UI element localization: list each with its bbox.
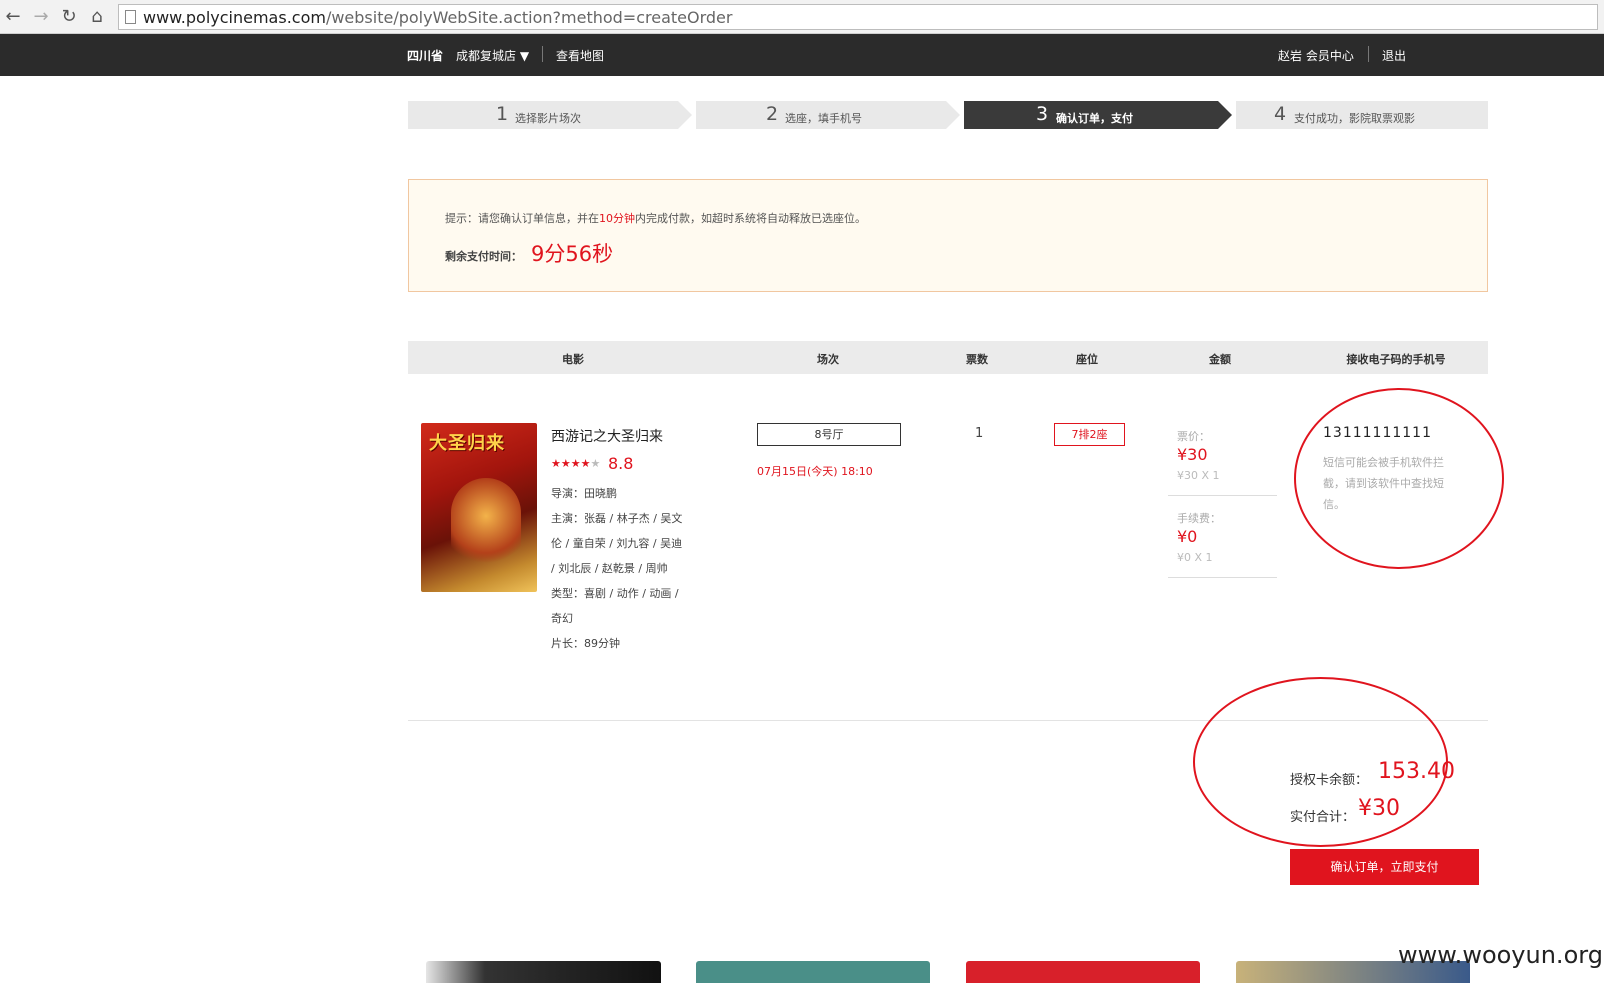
view-map-link[interactable]: 查看地图 <box>556 47 604 64</box>
fee-value: ¥0 <box>1177 527 1198 546</box>
price-value: ¥30 <box>1177 445 1208 464</box>
step-number: 4 <box>1274 103 1287 125</box>
step-arrow <box>1218 101 1232 129</box>
price-detail: ¥30 X 1 <box>1177 469 1220 482</box>
store-dropdown[interactable]: 成都复城店 ▼ <box>456 47 529 64</box>
reload-icon[interactable]: ↻ <box>58 6 80 28</box>
home-icon[interactable]: ⌂ <box>86 6 108 28</box>
step-number: 2 <box>766 103 779 125</box>
fee-detail: ¥0 X 1 <box>1177 551 1213 564</box>
browser-toolbar: ← → ↻ ⌂ www.polycinemas.com/website/poly… <box>0 0 1604 34</box>
url-text: www.polycinemas.com/website/polyWebSite.… <box>143 8 733 27</box>
order-steps: 1 选择影片场次 2 选座，填手机号 3 确认订单，支付 4 支付成功，影院取票… <box>408 101 1488 129</box>
promo-card[interactable] <box>966 961 1200 983</box>
step-number: 1 <box>496 103 509 125</box>
nav-divider <box>1368 46 1369 62</box>
member-center-link[interactable]: 赵岩 会员中心 <box>1278 47 1354 64</box>
ticket-count: 1 <box>975 426 984 441</box>
seat-badge: 7排2座 <box>1054 423 1125 446</box>
watermark: www.wooyun.org <box>1398 941 1603 969</box>
movie-genre: 类型：喜剧 / 动作 / 动画 / <box>551 587 679 600</box>
payment-notice: 提示：请您确认订单信息，并在10分钟内完成付款，如超时系统将自动释放已选座位。 … <box>408 179 1488 292</box>
show-time: 07月15日(今天) 18:10 <box>757 465 873 478</box>
remaining-time-value: 9分56秒 <box>531 242 614 266</box>
step-number: 3 <box>1036 103 1049 125</box>
amount-divider <box>1168 577 1277 578</box>
header-seat: 座位 <box>1076 353 1098 366</box>
movie-cast: 伦 / 童自荣 / 刘九容 / 吴迪 <box>551 537 683 550</box>
movie-poster: 大圣归来 <box>421 423 537 592</box>
promo-card[interactable] <box>426 961 661 983</box>
nav-divider <box>542 46 543 62</box>
poster-title: 大圣归来 <box>429 433 505 454</box>
header-amount: 金额 <box>1209 353 1231 366</box>
promo-card[interactable] <box>696 961 930 983</box>
annotation-circle <box>1193 677 1448 847</box>
fee-label: 手续费： <box>1177 512 1221 525</box>
step-3: 3 确认订单，支付 <box>964 101 1218 129</box>
movie-cast: 主演：张磊 / 林子杰 / 吴文 <box>551 512 683 525</box>
back-icon[interactable]: ← <box>2 6 24 28</box>
confirm-pay-button[interactable]: 确认订单，立即支付 <box>1290 849 1479 885</box>
header-phone: 接收电子码的手机号 <box>1346 353 1446 366</box>
header-tickets: 票数 <box>966 353 988 366</box>
step-label: 选座，填手机号 <box>785 112 862 125</box>
amount-divider <box>1168 495 1277 496</box>
step-arrow <box>946 101 960 129</box>
rating-stars: ★★★★★ <box>551 457 601 470</box>
address-bar[interactable]: www.polycinemas.com/website/polyWebSite.… <box>118 4 1598 30</box>
step-1: 1 选择影片场次 <box>408 101 678 129</box>
movie-duration: 片长：89分钟 <box>551 637 620 650</box>
forward-icon[interactable]: → <box>30 6 52 28</box>
top-navigation: 四川省 成都复城店 ▼ 查看地图 赵岩 会员中心 退出 <box>0 34 1604 76</box>
movie-score: 8.8 <box>608 454 634 473</box>
step-arrow <box>678 101 692 129</box>
movie-genre: 奇幻 <box>551 612 573 625</box>
step-2: 2 选座，填手机号 <box>696 101 946 129</box>
order-table-header: 电影 场次 票数 座位 金额 接收电子码的手机号 <box>408 341 1488 374</box>
step-label: 支付成功，影院取票观影 <box>1294 112 1415 125</box>
movie-title: 西游记之大圣归来 <box>551 429 663 445</box>
hall-badge: 8号厅 <box>757 423 901 446</box>
logout-link[interactable]: 退出 <box>1382 47 1406 64</box>
header-movie: 电影 <box>562 353 584 366</box>
step-4: 4 支付成功，影院取票观影 <box>1236 101 1488 129</box>
annotation-circle <box>1294 388 1504 569</box>
movie-cast: / 刘北辰 / 赵乾景 / 周帅 <box>551 562 668 575</box>
page-icon <box>125 10 136 24</box>
header-session: 场次 <box>817 353 839 366</box>
province-label: 四川省 <box>407 49 444 63</box>
notice-tip: 提示：请您确认订单信息，并在10分钟内完成付款，如超时系统将自动释放已选座位。 <box>445 212 866 225</box>
poster-figure <box>451 478 521 573</box>
movie-director: 导演：田晓鹏 <box>551 487 617 500</box>
step-label: 确认订单，支付 <box>1056 112 1133 125</box>
price-label: 票价： <box>1177 430 1210 443</box>
step-label: 选择影片场次 <box>515 112 581 125</box>
remaining-time-label: 剩余支付时间： <box>445 250 522 263</box>
